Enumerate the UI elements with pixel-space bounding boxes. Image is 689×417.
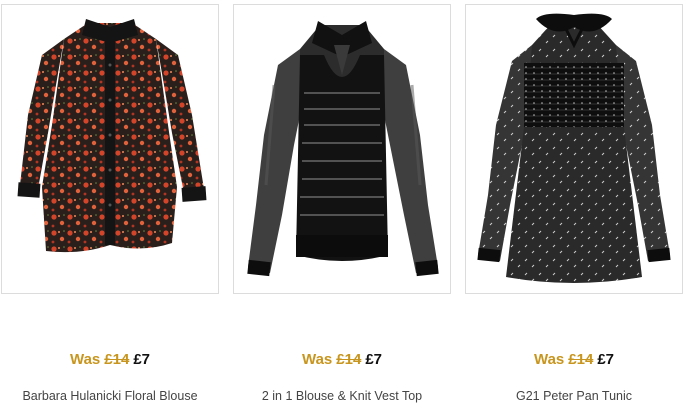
was-label: Was	[69, 351, 101, 368]
now-price: £7	[133, 351, 150, 368]
product-image-floral-blouse[interactable]	[1, 4, 219, 294]
product-name-link[interactable]: 2 in 1 Blouse & Knit Vest Top	[233, 389, 451, 403]
was-label: Was	[301, 351, 333, 368]
product-name-link[interactable]: Barbara Hulanicki Floral Blouse	[1, 389, 219, 403]
product-card: Was £14 £7 2 in 1 Blouse & Knit Vest Top	[233, 0, 451, 417]
product-name-link[interactable]: G21 Peter Pan Tunic	[465, 389, 683, 403]
product-card: Was £14 £7 Barbara Hulanicki Floral Blouse	[1, 0, 219, 417]
peter-pan-tunic-image	[477, 13, 671, 283]
price-row: Was £14 £7	[465, 350, 683, 370]
was-price: £14	[104, 351, 130, 368]
now-price: £7	[597, 351, 614, 368]
now-price: £7	[365, 351, 382, 368]
product-image-blouse-vest[interactable]	[233, 4, 451, 294]
blouse-knit-vest-image	[247, 21, 439, 277]
was-label: Was	[533, 351, 565, 368]
was-price: £14	[568, 351, 594, 368]
product-image-peter-pan-tunic[interactable]	[465, 4, 683, 294]
product-card: Was £14 £7 G21 Peter Pan Tunic	[465, 0, 683, 417]
floral-blouse-image	[17, 19, 207, 253]
was-price: £14	[336, 351, 362, 368]
price-row: Was £14 £7	[233, 350, 451, 370]
price-row: Was £14 £7	[1, 350, 219, 370]
